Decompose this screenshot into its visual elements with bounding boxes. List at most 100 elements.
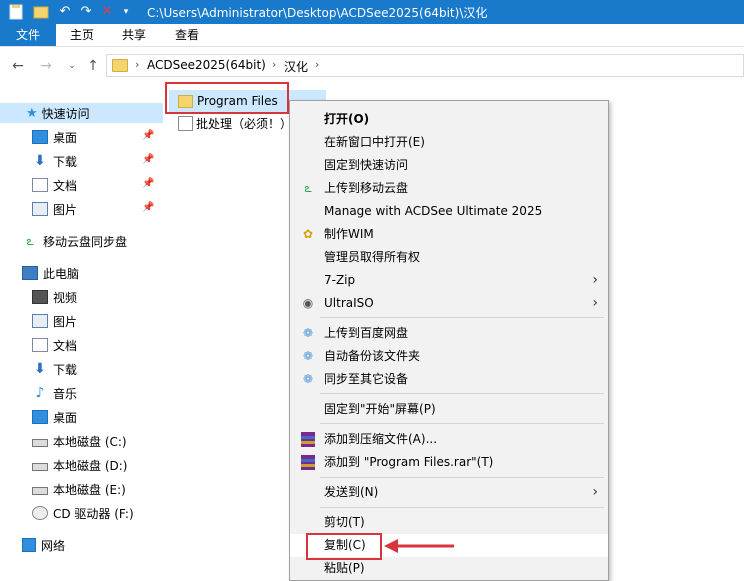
redo-icon[interactable]: ↷: [78, 4, 94, 20]
desktop-icon: [32, 410, 48, 424]
document-icon: [32, 338, 48, 352]
up-icon[interactable]: ↑: [85, 58, 101, 74]
menu-label: 固定到"开始"屏幕(P): [324, 402, 436, 416]
winrar-icon: [300, 432, 316, 447]
menu-item-pin-start[interactable]: 固定到"开始"屏幕(P): [290, 398, 608, 421]
nav-item-downloads-pc[interactable]: ⬇ 下载: [32, 359, 77, 379]
back-icon[interactable]: ←: [10, 58, 26, 74]
nav-label: 音乐: [53, 386, 78, 401]
tab-file[interactable]: 文件: [0, 24, 56, 46]
nav-this-pc[interactable]: 此电脑: [22, 263, 79, 283]
menu-label: 发送到(N): [324, 485, 379, 499]
recent-locations-icon[interactable]: ⌄: [64, 58, 80, 74]
forward-icon[interactable]: →: [38, 58, 54, 74]
menu-item-sync-devices[interactable]: ❁ 同步至其它设备: [290, 368, 608, 391]
nav-item-desktop[interactable]: 桌面: [32, 127, 77, 147]
address-bar[interactable]: › ACDSee2025(64bit) › 汉化 ›: [106, 54, 744, 77]
delete-icon[interactable]: ✕: [99, 4, 115, 20]
folder-icon[interactable]: [33, 4, 49, 20]
folder-icon: [112, 59, 128, 72]
nav-item-desktop-pc[interactable]: 桌面: [32, 407, 77, 427]
nav-network[interactable]: 网络: [22, 535, 65, 555]
desktop-icon: [32, 130, 48, 144]
menu-label: 粘贴(P): [324, 561, 365, 575]
nav-item-music[interactable]: ♪ 音乐: [32, 383, 77, 403]
tab-view[interactable]: 查看: [167, 24, 207, 46]
submenu-arrow-icon: ›: [592, 295, 598, 311]
menu-item-pin-quick-access[interactable]: 固定到快速访问: [290, 154, 608, 177]
ribbon: 文件 主页 共享 查看: [0, 24, 744, 47]
menu-item-make-wim[interactable]: ✿ 制作WIM: [290, 223, 608, 246]
menu-item-manage-acdsee[interactable]: Manage with ACDSee Ultimate 2025: [290, 200, 608, 223]
menu-label: 自动备份该文件夹: [324, 349, 421, 363]
menu-item-add-rar[interactable]: 添加到 "Program Files.rar"(T): [290, 451, 608, 474]
nav-item-videos[interactable]: 视频: [32, 287, 77, 307]
menu-label: 制作WIM: [324, 227, 374, 241]
breadcrumb-hanhua[interactable]: 汉化: [284, 58, 308, 75]
menu-item-7zip[interactable]: 7-Zip ›: [290, 269, 608, 292]
nav-label: 桌面: [53, 410, 78, 425]
menu-separator: [320, 393, 604, 394]
menu-item-cut[interactable]: 剪切(T): [290, 511, 608, 534]
menu-label: 添加到压缩文件(A)...: [324, 432, 438, 446]
menu-item-upload-baidu[interactable]: ❁ 上传到百度网盘: [290, 322, 608, 345]
window-title: C:\Users\Administrator\Desktop\ACDSee202…: [147, 6, 488, 20]
pin-icon: 📌: [142, 202, 155, 213]
menu-item-send-to[interactable]: 发送到(N) ›: [290, 481, 608, 504]
menu-label: UltraISO: [324, 296, 374, 310]
menu-item-take-ownership[interactable]: 管理员取得所有权: [290, 246, 608, 269]
nav-item-drive-c[interactable]: 本地磁盘 (C:): [32, 431, 127, 451]
title-bar: ↶ ↷ ✕ ▾ C:\Users\Administrator\Desktop\A…: [0, 0, 744, 24]
menu-label: 上传到百度网盘: [324, 326, 409, 340]
nav-item-documents[interactable]: 文档: [32, 175, 77, 195]
menu-item-upload-cloud[interactable]: ఽ 上传到移动云盘: [290, 177, 608, 200]
breadcrumb-separator[interactable]: ›: [135, 58, 139, 71]
video-icon: [32, 290, 48, 304]
undo-icon[interactable]: ↶: [57, 4, 73, 20]
nav-label: 网络: [41, 538, 66, 553]
breadcrumb-acdsee[interactable]: ACDSee2025(64bit): [147, 58, 266, 72]
document-icon: [32, 178, 48, 192]
nav-item-pictures-pc[interactable]: 图片: [32, 311, 77, 331]
nav-item-drive-d[interactable]: 本地磁盘 (D:): [32, 455, 127, 475]
nav-item-drive-f[interactable]: CD 驱动器 (F:): [32, 503, 134, 523]
download-icon: ⬇: [34, 153, 46, 169]
nav-item-pictures[interactable]: 图片: [32, 199, 77, 219]
network-icon: [22, 538, 36, 552]
annotation-highlight-box: [165, 82, 289, 114]
nav-item-downloads[interactable]: ⬇ 下载: [32, 151, 77, 171]
nav-cloud-sync[interactable]: ఽ 移动云盘同步盘: [22, 231, 127, 251]
file-icon[interactable]: [8, 4, 24, 20]
nav-label: 本地磁盘 (C:): [53, 434, 127, 449]
nav-label: CD 驱动器 (F:): [53, 506, 134, 521]
nav-label: 图片: [53, 202, 78, 217]
menu-item-paste[interactable]: 粘贴(P): [290, 557, 608, 580]
submenu-arrow-icon: ›: [592, 272, 598, 288]
pin-icon: 📌: [142, 130, 155, 141]
menu-item-auto-backup[interactable]: ❁ 自动备份该文件夹: [290, 345, 608, 368]
tab-home[interactable]: 主页: [62, 24, 102, 46]
winrar-icon: [300, 455, 316, 470]
nav-label: 快速访问: [41, 106, 90, 121]
annotation-arrow-icon: [384, 539, 454, 553]
menu-separator: [320, 317, 604, 318]
menu-item-open[interactable]: 打开(O): [290, 108, 608, 131]
baidu-icon: ❁: [302, 326, 314, 340]
nav-item-documents-pc[interactable]: 文档: [32, 335, 77, 355]
nav-label: 桌面: [53, 130, 78, 145]
nav-label: 移动云盘同步盘: [43, 234, 128, 249]
menu-item-ultraiso[interactable]: ◉ UltraISO ›: [290, 292, 608, 315]
breadcrumb-separator[interactable]: ›: [272, 58, 276, 71]
menu-separator: [320, 423, 604, 424]
nav-item-drive-e[interactable]: 本地磁盘 (E:): [32, 479, 126, 499]
menu-item-add-archive[interactable]: 添加到压缩文件(A)...: [290, 428, 608, 451]
menu-label: 管理员取得所有权: [324, 250, 421, 264]
nav-label: 下载: [53, 154, 78, 169]
submenu-arrow-icon: ›: [592, 484, 598, 500]
nav-quick-access[interactable]: ★ 快速访问: [0, 103, 163, 123]
tab-share[interactable]: 共享: [114, 24, 154, 46]
menu-item-open-new-window[interactable]: 在新窗口中打开(E): [290, 131, 608, 154]
menu-label: 添加到 "Program Files.rar"(T): [324, 455, 494, 469]
breadcrumb-separator[interactable]: ›: [315, 58, 319, 71]
customize-dropdown-icon[interactable]: ▾: [118, 4, 134, 20]
